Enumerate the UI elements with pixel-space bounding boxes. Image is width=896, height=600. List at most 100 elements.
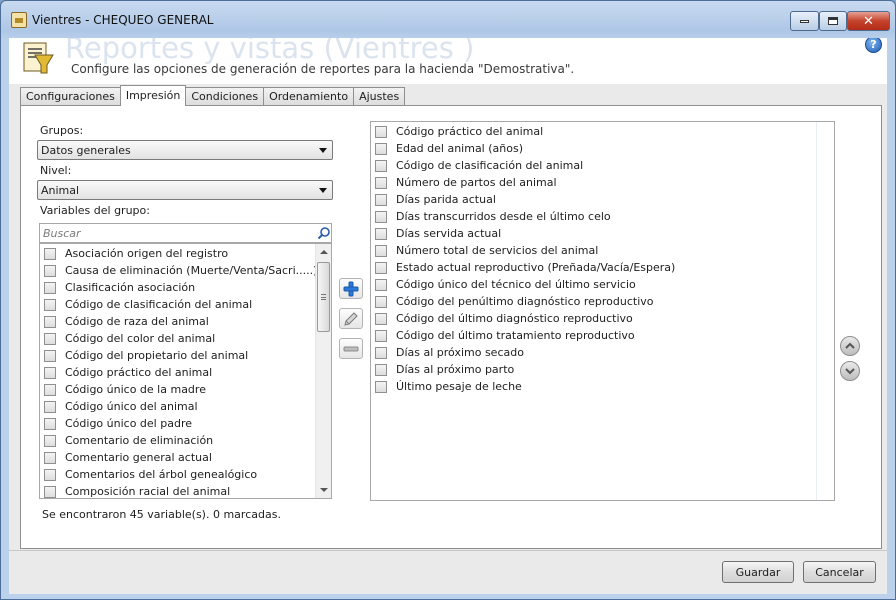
add-variable-button[interactable]	[339, 278, 363, 299]
tab-impresion[interactable]: Impresión	[119, 85, 187, 106]
divider	[9, 550, 887, 551]
list-item[interactable]: Código único de la madre	[44, 381, 206, 398]
checkbox[interactable]	[375, 261, 387, 274]
help-icon[interactable]: ?	[865, 38, 882, 53]
list-item[interactable]: Días parida actual	[375, 191, 496, 208]
checkbox[interactable]	[375, 278, 387, 291]
list-item[interactable]: Código práctico del animal	[44, 364, 212, 381]
maximize-button[interactable]	[819, 11, 847, 31]
move-up-button[interactable]	[840, 336, 860, 356]
close-button[interactable]: ✕	[847, 11, 890, 31]
list-item[interactable]: Días al próximo parto	[375, 361, 514, 378]
list-item[interactable]: Código de clasificación del animal	[44, 296, 252, 313]
cancel-button[interactable]: Cancelar	[803, 561, 876, 583]
list-item[interactable]: Código del último tratamiento reproducti…	[375, 327, 635, 344]
checkbox[interactable]	[44, 451, 56, 464]
scroll-up-icon[interactable]	[320, 250, 328, 254]
checkbox[interactable]	[44, 315, 56, 328]
checkbox[interactable]	[44, 281, 56, 294]
checkbox[interactable]	[375, 346, 387, 359]
grupos-value: Datos generales	[41, 144, 131, 157]
tab-configuraciones[interactable]: Configuraciones	[20, 87, 121, 106]
close-icon: ✕	[863, 13, 874, 29]
list-item[interactable]: Días al próximo secado	[375, 344, 524, 361]
minimize-button[interactable]	[790, 11, 819, 31]
nivel-select[interactable]: Animal	[37, 180, 333, 200]
variables-label: Variables del grupo:	[40, 204, 150, 217]
checkbox[interactable]	[375, 176, 387, 189]
title-bar[interactable]: Vientres - CHEQUEO GENERAL ✕	[1, 1, 895, 37]
checkbox[interactable]	[44, 298, 56, 311]
checkbox[interactable]	[44, 417, 56, 430]
grupos-label: Grupos:	[40, 124, 84, 137]
list-item[interactable]: Código práctico del animal	[375, 123, 543, 140]
checkbox[interactable]	[44, 400, 56, 413]
checkbox[interactable]	[375, 159, 387, 172]
window: Vientres - CHEQUEO GENERAL ✕ Reportes y …	[0, 0, 896, 600]
checkbox[interactable]	[375, 227, 387, 240]
grupos-select[interactable]: Datos generales	[37, 140, 333, 160]
list-item[interactable]: Comentarios del árbol genealógico	[44, 466, 257, 483]
scroll-thumb[interactable]	[317, 262, 330, 332]
list-item[interactable]: Código único del animal	[44, 398, 198, 415]
list-item[interactable]: Clasificación asociación	[44, 279, 195, 296]
checkbox[interactable]	[375, 329, 387, 342]
list-item[interactable]: Código de raza del animal	[44, 313, 209, 330]
move-down-button[interactable]	[840, 361, 860, 381]
list-item[interactable]: Número de partos del animal	[375, 174, 557, 191]
report-icon	[23, 42, 54, 74]
checkbox[interactable]	[375, 295, 387, 308]
list-item[interactable]: Código del propietario del animal	[44, 347, 248, 364]
grip-icon	[321, 294, 326, 300]
checkbox[interactable]	[375, 363, 387, 376]
search-input[interactable]	[42, 225, 304, 241]
tab-condiciones[interactable]: Condiciones	[185, 87, 265, 106]
list-item[interactable]: Estado actual reproductivo (Preñada/Vací…	[375, 259, 675, 276]
list-item[interactable]: Código del color del animal	[44, 330, 215, 347]
header: Reportes y vistas (Vientres ) Configure …	[9, 38, 887, 84]
maximize-icon	[828, 17, 838, 25]
checkbox[interactable]	[44, 264, 56, 277]
list-item[interactable]: Edad del animal (años)	[375, 140, 523, 157]
checkbox[interactable]	[375, 193, 387, 206]
list-item[interactable]: Causa de eliminación (Muerte/Venta/Sacri…	[44, 262, 317, 279]
app-icon	[11, 12, 27, 28]
remove-variable-button[interactable]	[339, 338, 363, 359]
list-item[interactable]: Último pesaje de leche	[375, 378, 522, 395]
list-item[interactable]: Código de clasificación del animal	[375, 157, 583, 174]
checkbox[interactable]	[375, 244, 387, 257]
list-item[interactable]: Código del último diagnóstico reproducti…	[375, 310, 633, 327]
list-item[interactable]: Código único del padre	[44, 415, 192, 432]
list-item[interactable]: Días transcurridos desde el último celo	[375, 208, 611, 225]
list-item[interactable]: Días servida actual	[375, 225, 501, 242]
list-item[interactable]: Comentario general actual	[44, 449, 212, 466]
scrollbar[interactable]	[315, 244, 331, 498]
checkbox[interactable]	[375, 380, 387, 393]
checkbox[interactable]	[44, 383, 56, 396]
edit-variable-button[interactable]	[339, 308, 363, 329]
list-item[interactable]: Asociación origen del registro	[44, 245, 228, 262]
checkbox[interactable]	[375, 125, 387, 138]
search-box	[39, 223, 332, 243]
search-icon[interactable]	[317, 226, 331, 240]
checkbox[interactable]	[44, 434, 56, 447]
save-button[interactable]: Guardar	[722, 561, 794, 583]
list-item[interactable]: Comentario de eliminación	[44, 432, 213, 449]
checkbox[interactable]	[44, 468, 56, 481]
checkbox[interactable]	[44, 247, 56, 260]
checkbox[interactable]	[375, 312, 387, 325]
checkbox[interactable]	[44, 332, 56, 345]
tab-ordenamiento[interactable]: Ordenamiento	[263, 87, 355, 106]
checkbox[interactable]	[44, 349, 56, 362]
list-item[interactable]: Número total de servicios del animal	[375, 242, 598, 259]
list-item[interactable]: Composición racial del animal	[44, 483, 230, 498]
list-item[interactable]: Código único del técnico del último serv…	[375, 276, 636, 293]
list-item[interactable]: Código del penúltimo diagnóstico reprodu…	[375, 293, 654, 310]
available-variables-list: Asociación origen del registro Causa de …	[39, 243, 332, 499]
checkbox[interactable]	[44, 366, 56, 379]
tab-ajustes[interactable]: Ajustes	[353, 87, 406, 106]
checkbox[interactable]	[375, 210, 387, 223]
scroll-down-icon[interactable]	[320, 488, 328, 492]
checkbox[interactable]	[44, 485, 56, 498]
checkbox[interactable]	[375, 142, 387, 155]
